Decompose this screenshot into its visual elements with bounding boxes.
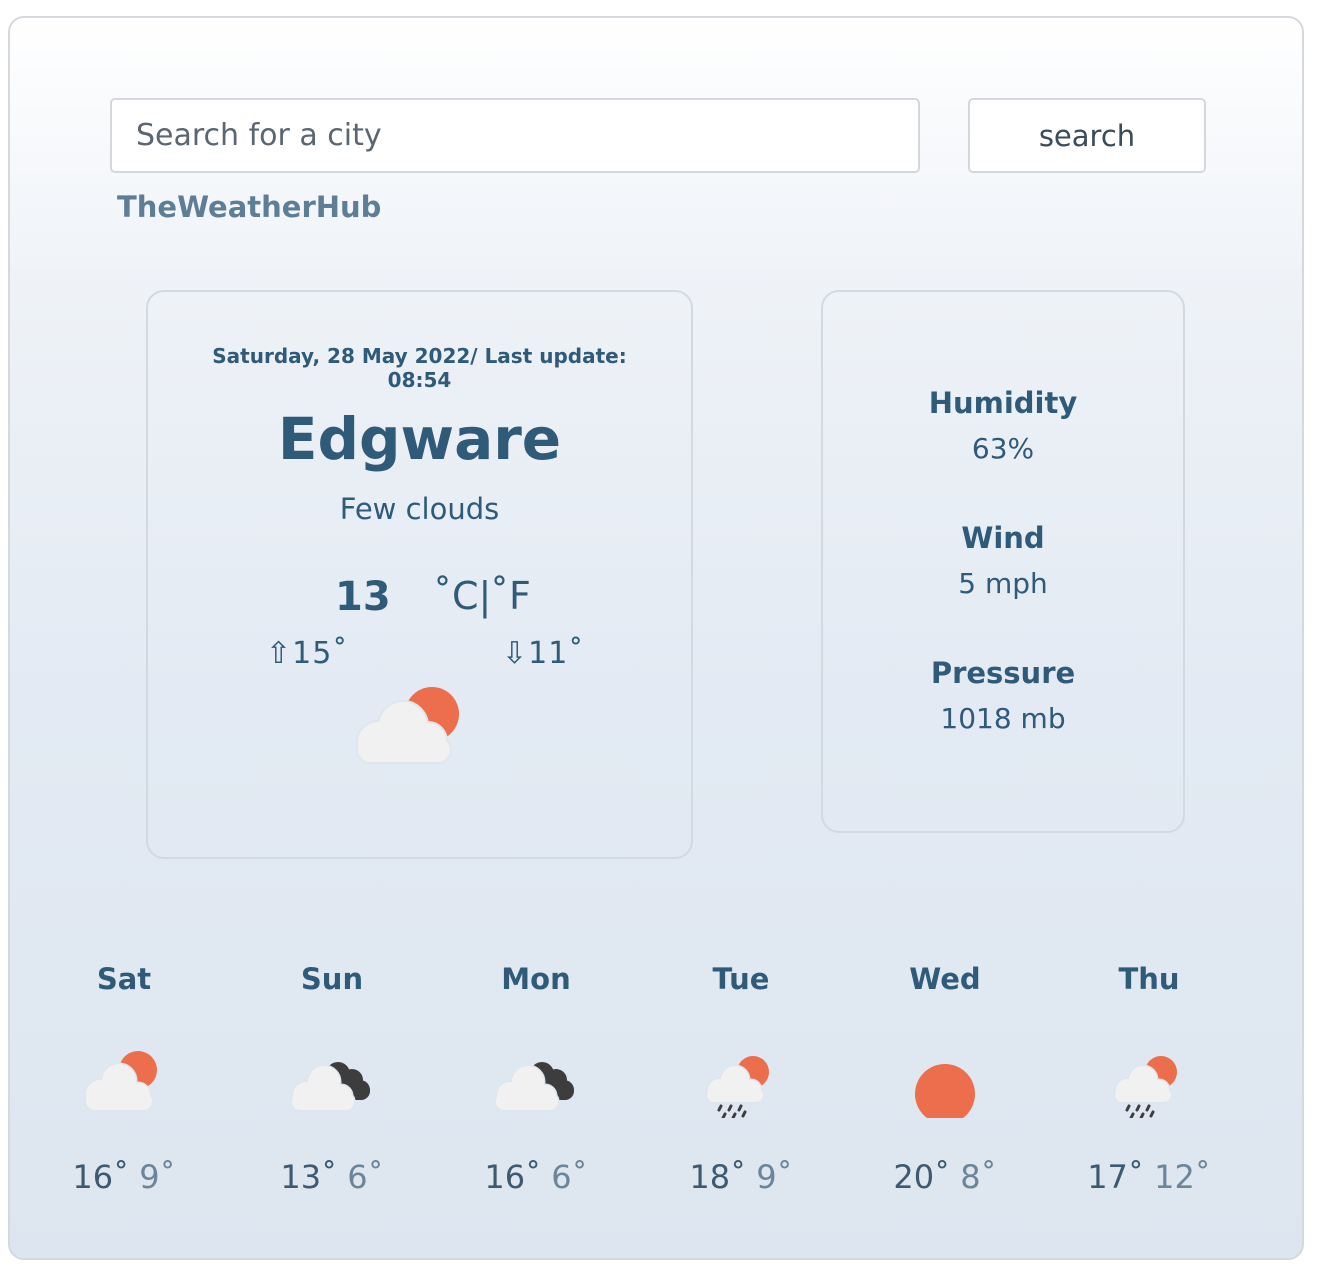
forecast-min: 6˚ bbox=[551, 1158, 588, 1196]
forecast-max: 20˚ bbox=[893, 1158, 951, 1196]
wind-value: 5 mph bbox=[958, 567, 1048, 600]
temperature-row: 13 ˚C| ˚F bbox=[148, 574, 691, 624]
weather-app: search TheWeatherHub Saturday, 28 May 20… bbox=[8, 16, 1304, 1260]
forecast-day-name: Wed bbox=[909, 962, 981, 996]
update-time: 08:54 bbox=[387, 368, 452, 392]
humidity-value: 63% bbox=[971, 432, 1035, 465]
forecast-min: 6˚ bbox=[347, 1158, 384, 1196]
search-input[interactable] bbox=[110, 98, 920, 173]
broken-clouds-icon bbox=[290, 1062, 370, 1112]
current-temperature: 13 bbox=[335, 574, 391, 620]
forecast-min: 12˚ bbox=[1154, 1158, 1211, 1196]
forecast-max: 17˚ bbox=[1087, 1158, 1144, 1196]
celsius-link[interactable]: ˚C| bbox=[433, 574, 491, 618]
high-temperature: ⇧15˚ bbox=[266, 636, 349, 671]
forecast-max: 16˚ bbox=[484, 1158, 542, 1196]
forecast-day-name: Thu bbox=[1118, 962, 1180, 996]
forecast-day-name: Tue bbox=[712, 962, 770, 996]
forecast-min: 8˚ bbox=[960, 1158, 997, 1196]
search-button[interactable]: search bbox=[968, 98, 1206, 173]
weather-details-card: Humidity 63% Wind 5 mph Pressure 1018 mb bbox=[821, 290, 1185, 833]
forecast-temperatures: 20˚ 8˚ bbox=[865, 1158, 1025, 1196]
current-weather-card: Saturday, 28 May 2022/ Last update: 08:5… bbox=[146, 290, 693, 859]
forecast-temperatures: 17˚ 12˚ bbox=[1069, 1158, 1229, 1196]
forecast-max: 18˚ bbox=[689, 1158, 747, 1196]
forecast-day: Sat 16˚ 9˚ bbox=[44, 958, 204, 1208]
forecast-temperatures: 16˚ 6˚ bbox=[456, 1158, 616, 1196]
forecast-day: Wed 20˚ 8˚ bbox=[865, 958, 1025, 1208]
forecast-min: 9˚ bbox=[756, 1158, 793, 1196]
forecast-max: 16˚ bbox=[72, 1158, 130, 1196]
forecast-day: Mon 16˚ 6˚ bbox=[456, 958, 616, 1208]
few-clouds-day-icon bbox=[84, 1051, 157, 1112]
brand-name: TheWeatherHub bbox=[117, 190, 382, 224]
rain-day-icon bbox=[705, 1056, 769, 1118]
forecast-day-name: Sun bbox=[300, 962, 364, 996]
date-line: Saturday, 28 May 2022/ Last update: 08:5… bbox=[148, 344, 691, 392]
forecast-temperatures: 18˚ 9˚ bbox=[661, 1158, 821, 1196]
forecast-day: Thu 17˚ 12˚ bbox=[1069, 958, 1229, 1208]
low-temperature: ⇩11˚ bbox=[502, 636, 585, 671]
forecast-day: Sun 13˚ 6˚ bbox=[252, 958, 412, 1208]
broken-clouds-icon bbox=[494, 1062, 574, 1112]
pressure-label: Pressure bbox=[930, 656, 1076, 690]
forecast-day-name: Mon bbox=[501, 962, 571, 996]
humidity-label: Humidity bbox=[928, 386, 1078, 420]
forecast-day: Tue 18˚ 9˚ bbox=[661, 958, 821, 1208]
wind-label: Wind bbox=[961, 521, 1045, 555]
city-name: Edgware bbox=[277, 405, 562, 473]
clear-sky-day-icon bbox=[915, 1064, 975, 1118]
few-clouds-day-icon bbox=[356, 687, 459, 764]
weather-description: Few clouds bbox=[339, 492, 500, 526]
forecast-min: 9˚ bbox=[139, 1158, 176, 1196]
rain-day-icon bbox=[1113, 1056, 1177, 1118]
date-text: Saturday, 28 May 2022/ Last update: bbox=[212, 344, 627, 368]
forecast-day-name: Sat bbox=[96, 962, 152, 996]
forecast-max: 13˚ bbox=[280, 1158, 338, 1196]
forecast-temperatures: 16˚ 9˚ bbox=[44, 1158, 204, 1196]
pressure-value: 1018 mb bbox=[940, 702, 1066, 735]
fahrenheit-link[interactable]: ˚F bbox=[490, 574, 531, 618]
forecast-temperatures: 13˚ 6˚ bbox=[252, 1158, 412, 1196]
